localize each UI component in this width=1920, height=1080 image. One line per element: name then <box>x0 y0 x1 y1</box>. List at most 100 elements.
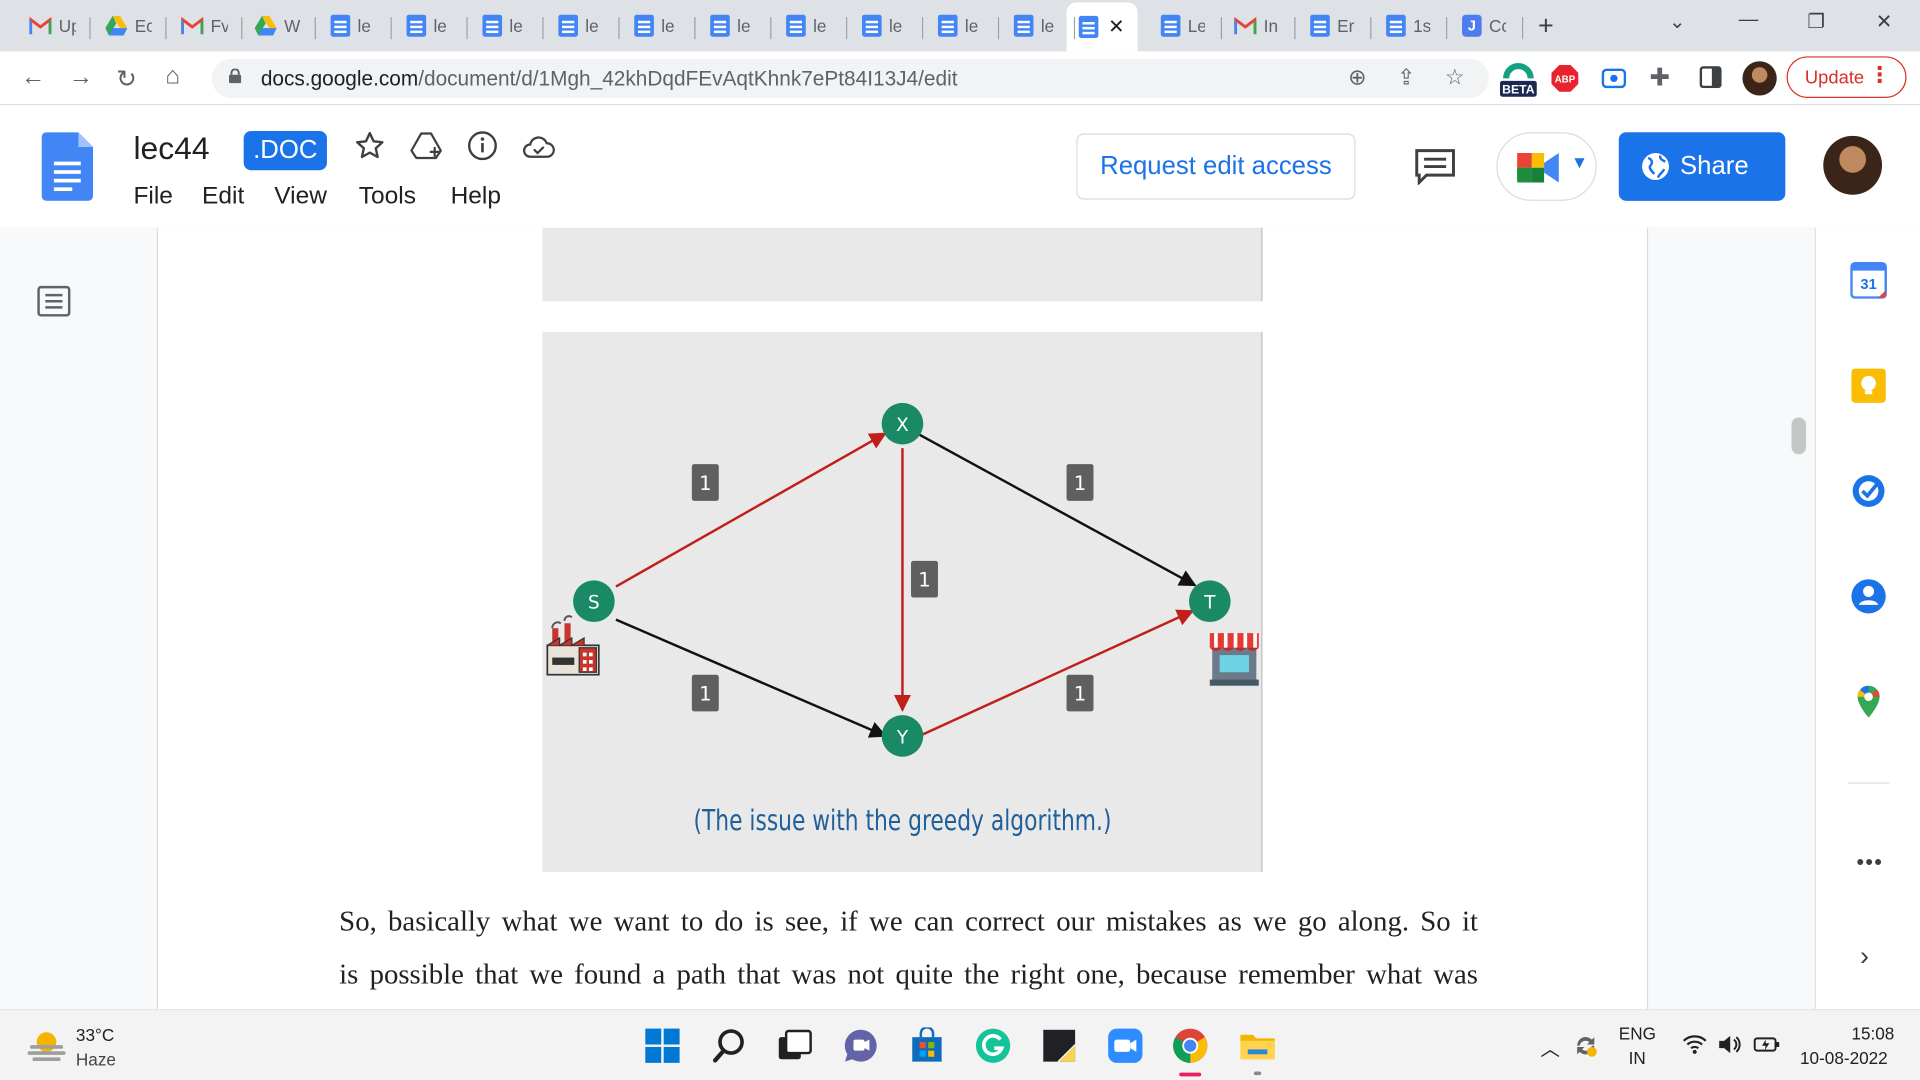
update-button[interactable]: Update ⋮ <box>1786 56 1907 98</box>
screen-capture-icon[interactable] <box>1601 67 1627 89</box>
browser-tab[interactable]: In <box>1222 7 1296 44</box>
menu-view[interactable]: View <box>274 182 327 210</box>
maps-icon[interactable] <box>1850 683 1887 720</box>
extensions-puzzle-icon[interactable]: ✚ <box>1649 62 1670 93</box>
restore-icon[interactable]: ❐ <box>1807 10 1825 34</box>
keep-icon[interactable] <box>1850 367 1887 404</box>
browser-tab[interactable]: W <box>242 7 316 44</box>
browser-tab[interactable]: le <box>698 7 772 44</box>
browser-tab[interactable]: J Cc <box>1450 7 1524 44</box>
contacts-icon[interactable] <box>1850 578 1887 615</box>
tab-title: le <box>509 15 523 36</box>
clock-time[interactable]: 15:08 <box>1851 1024 1894 1044</box>
adblock-icon[interactable]: ABP <box>1551 64 1579 92</box>
tab-separator <box>1446 17 1448 40</box>
browser-tab[interactable]: Le <box>1149 7 1223 44</box>
tab-title: Ec <box>134 15 152 36</box>
info-icon[interactable] <box>467 130 499 162</box>
share-label: Share <box>1680 151 1749 181</box>
home-icon[interactable]: ⌂ <box>165 62 180 90</box>
address-bar[interactable]: docs.google.com/document/d/1Mgh_42khDqdF… <box>211 58 1489 98</box>
close-window-icon[interactable]: ✕ <box>1876 10 1892 34</box>
windows-start-icon[interactable] <box>644 1027 681 1064</box>
chrome-icon[interactable] <box>1172 1027 1209 1064</box>
task-view-icon[interactable] <box>776 1027 813 1064</box>
calendar-icon[interactable]: 31 <box>1850 262 1887 299</box>
comments-icon[interactable] <box>1414 148 1456 185</box>
svg-text:ABP: ABP <box>1555 75 1576 86</box>
browser-tab[interactable]: Er <box>1298 7 1372 44</box>
account-avatar[interactable] <box>1823 135 1883 195</box>
star-icon[interactable] <box>354 130 386 162</box>
browser-tab[interactable]: le <box>394 7 468 44</box>
tasks-icon[interactable] <box>1850 473 1887 510</box>
bookmark-star-icon[interactable]: ☆ <box>1445 65 1465 91</box>
input-region[interactable]: IN <box>1629 1048 1646 1068</box>
microsoft-store-icon[interactable] <box>909 1027 946 1064</box>
volume-icon[interactable] <box>1717 1033 1741 1055</box>
zoom-icon[interactable]: ⊕ <box>1348 65 1366 91</box>
side-panel-icon[interactable] <box>1699 66 1722 89</box>
menu-tools[interactable]: Tools <box>359 182 416 210</box>
file-explorer-icon[interactable] <box>1239 1027 1276 1064</box>
browser-tab[interactable]: 1s <box>1374 7 1448 44</box>
minimize-icon[interactable]: — <box>1739 10 1759 32</box>
document-outline-icon[interactable] <box>37 285 71 317</box>
tab-separator <box>618 17 620 40</box>
menu-help[interactable]: Help <box>451 182 501 210</box>
browser-tab[interactable]: Ec <box>93 7 167 44</box>
search-icon[interactable] <box>711 1027 748 1064</box>
weight-label-y-t: 1 <box>1066 674 1094 712</box>
vertical-scrollbar-thumb[interactable] <box>1791 417 1807 455</box>
cloud-status-icon[interactable] <box>522 132 556 161</box>
tab-search-icon[interactable]: ⌄ <box>1669 10 1685 34</box>
browser-tab[interactable]: le <box>774 7 848 44</box>
back-icon[interactable]: ← <box>21 64 45 92</box>
meet-button[interactable]: ▼ <box>1496 132 1597 201</box>
chrome-menu-icon[interactable]: ⋮ <box>1869 62 1891 88</box>
new-tab-button[interactable]: + <box>1538 10 1554 42</box>
weather-temperature[interactable]: 33°C <box>76 1025 114 1045</box>
clock-date[interactable]: 10-08-2022 <box>1800 1048 1888 1068</box>
weather-haze-icon[interactable] <box>27 1030 66 1062</box>
browser-tab[interactable]: Up <box>17 7 91 44</box>
expand-panel-chevron-icon[interactable]: › <box>1860 940 1869 972</box>
onedrive-sync-icon[interactable] <box>1572 1032 1599 1059</box>
browser-tab[interactable]: le <box>318 7 392 44</box>
drive-favicon-icon <box>105 15 128 36</box>
reload-icon[interactable]: ↻ <box>116 64 137 95</box>
meet-dropdown-icon[interactable]: ▼ <box>1571 152 1588 172</box>
browser-tab[interactable]: le <box>470 7 544 44</box>
document-title[interactable]: lec44 <box>133 130 209 168</box>
browser-tab[interactable]: le <box>622 7 696 44</box>
browser-tab[interactable]: le <box>1002 7 1076 44</box>
teams-chat-icon[interactable] <box>842 1027 879 1064</box>
battery-icon[interactable] <box>1753 1033 1780 1055</box>
show-hidden-icons-icon[interactable]: ︿ <box>1540 1032 1560 1061</box>
input-language[interactable]: ENG <box>1619 1024 1656 1044</box>
forward-icon[interactable]: → <box>69 64 93 92</box>
zoom-app-icon[interactable] <box>1107 1027 1144 1064</box>
more-addons-icon[interactable]: ••• <box>1856 850 1883 876</box>
menu-edit[interactable]: Edit <box>202 182 244 210</box>
grammarly-icon[interactable] <box>975 1027 1012 1064</box>
profile-avatar[interactable] <box>1742 61 1777 96</box>
tab-title: le <box>585 15 599 36</box>
weather-condition[interactable]: Haze <box>76 1049 116 1069</box>
docs-logo-icon[interactable] <box>41 132 94 201</box>
wifi-icon[interactable] <box>1682 1033 1707 1055</box>
browser-tab[interactable]: le <box>546 7 620 44</box>
menu-file[interactable]: File <box>133 182 172 210</box>
request-edit-access-button[interactable]: Request edit access <box>1076 133 1356 200</box>
close-tab-icon[interactable]: ✕ <box>1108 15 1124 39</box>
move-to-drive-icon[interactable] <box>410 130 444 162</box>
beta-extension-icon[interactable]: BETA <box>1499 59 1538 98</box>
browser-tab[interactable]: le <box>850 7 924 44</box>
node-x: X <box>881 402 924 445</box>
sticky-notes-icon[interactable] <box>1041 1027 1078 1064</box>
share-page-icon[interactable]: ⇪ <box>1397 65 1415 91</box>
share-button[interactable]: Share <box>1618 132 1786 201</box>
browser-tab[interactable]: le <box>926 7 1000 44</box>
browser-tab[interactable] <box>1066 2 1138 52</box>
browser-tab[interactable]: Fv <box>169 7 243 44</box>
